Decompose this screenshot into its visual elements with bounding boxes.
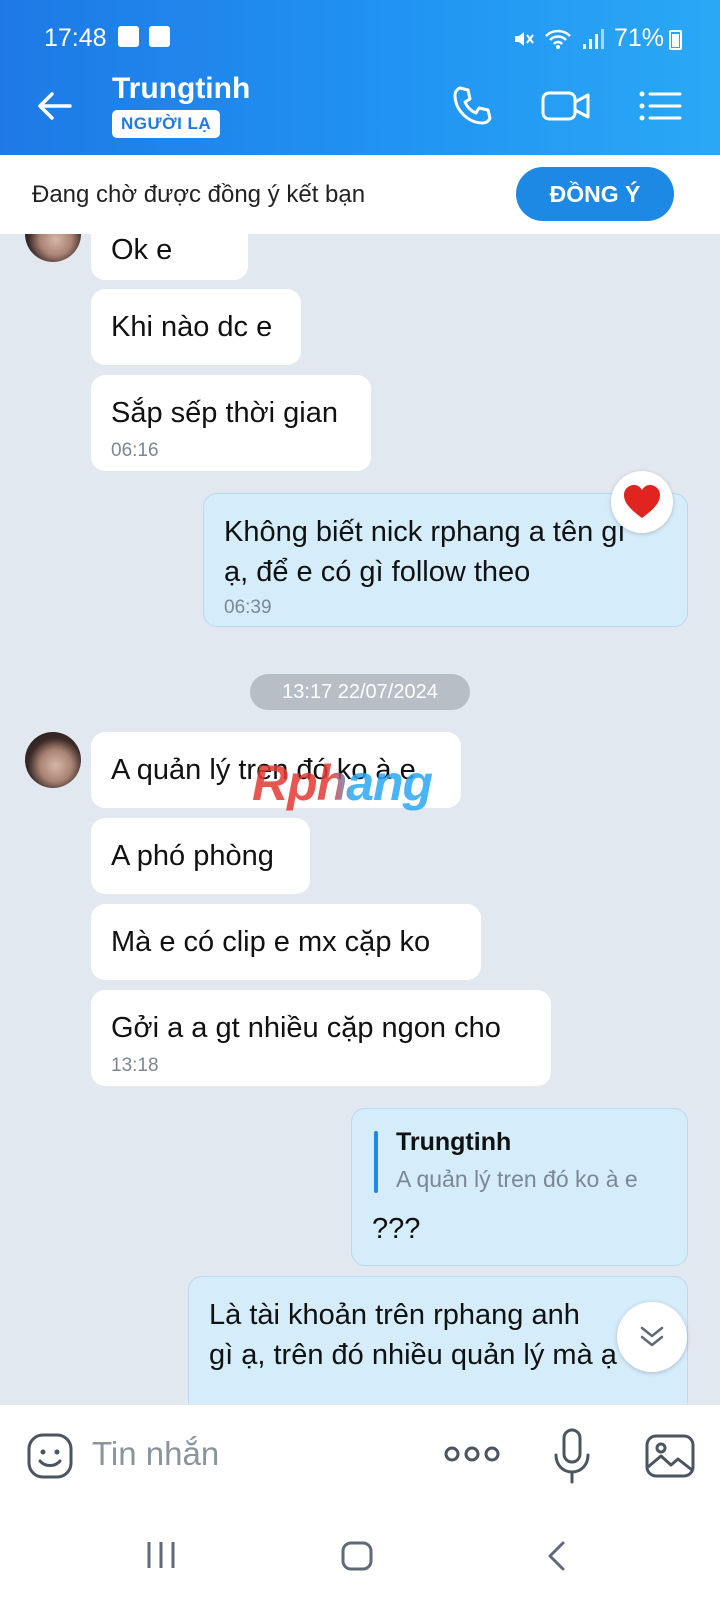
incoming-message[interactable]: Ok e	[91, 234, 248, 280]
battery-percent: 71%	[613, 24, 664, 52]
message-composer: Tin nhắn	[0, 1404, 720, 1504]
status-bar: 17:48 71%	[0, 0, 720, 58]
message-text: Ok e	[111, 234, 173, 266]
status-time: 17:48	[44, 24, 107, 52]
signal-icon	[582, 28, 604, 49]
sticker-emoji-icon[interactable]	[26, 1432, 74, 1480]
incoming-message[interactable]: Khi nào dc e	[91, 289, 301, 365]
microphone-icon[interactable]	[552, 1427, 592, 1485]
quoted-author: Trungtinh	[396, 1128, 512, 1156]
message-text: ???	[372, 1213, 421, 1245]
message-text: Không biết nick rphang a tên gì	[224, 516, 626, 548]
outgoing-message[interactable]: Là tài khoản trên rphang anh gì ạ, trên …	[188, 1276, 688, 1404]
incoming-message[interactable]: A phó phòng	[91, 818, 310, 894]
quoted-text: A quản lý tren đó ko à e	[396, 1166, 638, 1192]
image-picker-icon[interactable]	[644, 1433, 696, 1479]
incoming-message[interactable]: Mà e có clip e mx cặp ko	[91, 904, 481, 980]
contact-avatar[interactable]	[25, 732, 81, 788]
wifi-icon	[545, 29, 571, 49]
quote-bar	[374, 1131, 378, 1193]
contact-avatar[interactable]	[25, 234, 81, 262]
system-nav-bar	[0, 1504, 720, 1600]
incoming-message[interactable]: Sắp sếp thời gian 06:16	[91, 375, 371, 471]
outgoing-reply-message[interactable]: Trungtinh A quản lý tren đó ko à e ???	[351, 1108, 688, 1266]
video-call-icon[interactable]	[540, 82, 592, 130]
more-options-icon[interactable]	[444, 1439, 500, 1469]
menu-list-icon[interactable]	[636, 82, 684, 130]
back-arrow-icon[interactable]	[34, 86, 74, 126]
double-chevron-down-icon	[640, 1326, 664, 1347]
battery-icon	[669, 30, 682, 50]
message-time: 13:18	[111, 1055, 159, 1076]
friend-request-text: Đang chờ được đồng ý kết bạn	[32, 181, 366, 208]
date-divider: 13:17 22/07/2024	[250, 674, 470, 710]
message-time: 06:16	[111, 440, 159, 461]
message-text: Là tài khoản trên rphang anh	[209, 1299, 580, 1331]
message-text: Gởi a a gt nhiều cặp ngon cho	[111, 1012, 501, 1044]
heart-icon	[624, 485, 660, 518]
incoming-message[interactable]: Gởi a a gt nhiều cặp ngon cho 13:18	[91, 990, 551, 1086]
accept-friend-button[interactable]: ĐỒNG Ý	[516, 167, 674, 221]
message-text: Sắp sếp thời gian	[111, 397, 339, 429]
system-back-icon[interactable]	[545, 1540, 567, 1572]
message-text: Khi nào dc e	[111, 311, 273, 343]
friend-request-bar: Đang chờ được đồng ý kết bạn ĐỒNG Ý	[0, 155, 720, 234]
scroll-to-bottom-button[interactable]	[617, 1302, 687, 1372]
contact-name[interactable]: Trungtinh	[112, 72, 250, 106]
message-text: gì ạ, trên đó nhiều quản lý mà ạ	[209, 1339, 617, 1371]
home-icon[interactable]	[340, 1540, 374, 1572]
recent-apps-icon[interactable]	[145, 1540, 177, 1570]
watermark-logo: Rphang	[252, 755, 433, 811]
phone-call-icon[interactable]	[448, 82, 496, 130]
message-text: Mà e có clip e mx cặp ko	[111, 926, 431, 958]
message-text: A phó phòng	[111, 840, 274, 872]
chat-header: 17:48 71% Trungtinh NGƯỜI LẠ	[0, 0, 720, 155]
mute-icon	[514, 31, 534, 46]
message-input[interactable]: Tin nhắn	[92, 1435, 219, 1473]
message-time: 06:39	[224, 597, 272, 618]
stranger-badge: NGƯỜI LẠ	[112, 110, 221, 138]
app-bar: Trungtinh NGƯỜI LẠ	[0, 58, 720, 155]
heart-reaction[interactable]	[611, 471, 673, 533]
message-text: ạ, để e có gì follow theo	[224, 556, 531, 588]
message-list[interactable]: Ok e Khi nào dc e Sắp sếp thời gian 06:1…	[0, 234, 720, 1404]
gallery-notification-icon	[118, 26, 139, 47]
check-notification-icon	[149, 26, 170, 47]
